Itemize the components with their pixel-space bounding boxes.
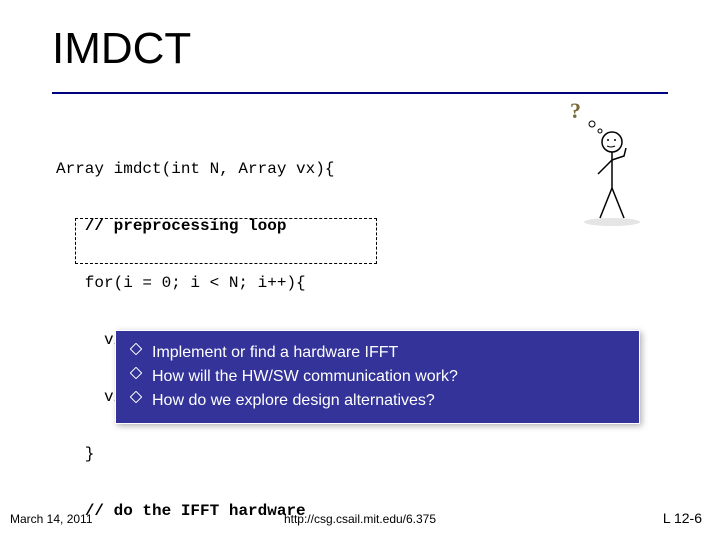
footer-page-number: L 12-6 <box>663 510 702 526</box>
diamond-bullet-icon <box>130 367 142 379</box>
callout-item: How do we explore design alternatives? <box>130 389 625 413</box>
callout-item: Implement or find a hardware IFFT <box>130 341 625 365</box>
callout-text: How do we explore design alternatives? <box>152 392 435 409</box>
code-line: Array imdct(int N, Array vx){ <box>56 160 421 179</box>
footer-url: http://csg.csail.mit.edu/6.375 <box>0 512 720 526</box>
thinker-clipart: ? <box>560 98 660 228</box>
code-line: } <box>56 445 421 464</box>
diamond-bullet-icon <box>130 343 142 355</box>
callout-text: How will the HW/SW communication work? <box>152 368 458 385</box>
code-line: for(i = 0; i < N; i++){ <box>56 274 421 293</box>
svg-text:?: ? <box>570 98 581 123</box>
code-line: // preprocessing loop <box>56 217 421 236</box>
diamond-bullet-icon <box>130 391 142 403</box>
callout-box: Implement or find a hardware IFFT How wi… <box>115 330 640 424</box>
title-underline <box>52 92 668 94</box>
callout-item: How will the HW/SW communication work? <box>130 365 625 389</box>
slide: IMDCT ? A <box>0 0 720 540</box>
slide-title: IMDCT <box>52 24 191 74</box>
callout-text: Implement or find a hardware IFFT <box>152 344 398 361</box>
